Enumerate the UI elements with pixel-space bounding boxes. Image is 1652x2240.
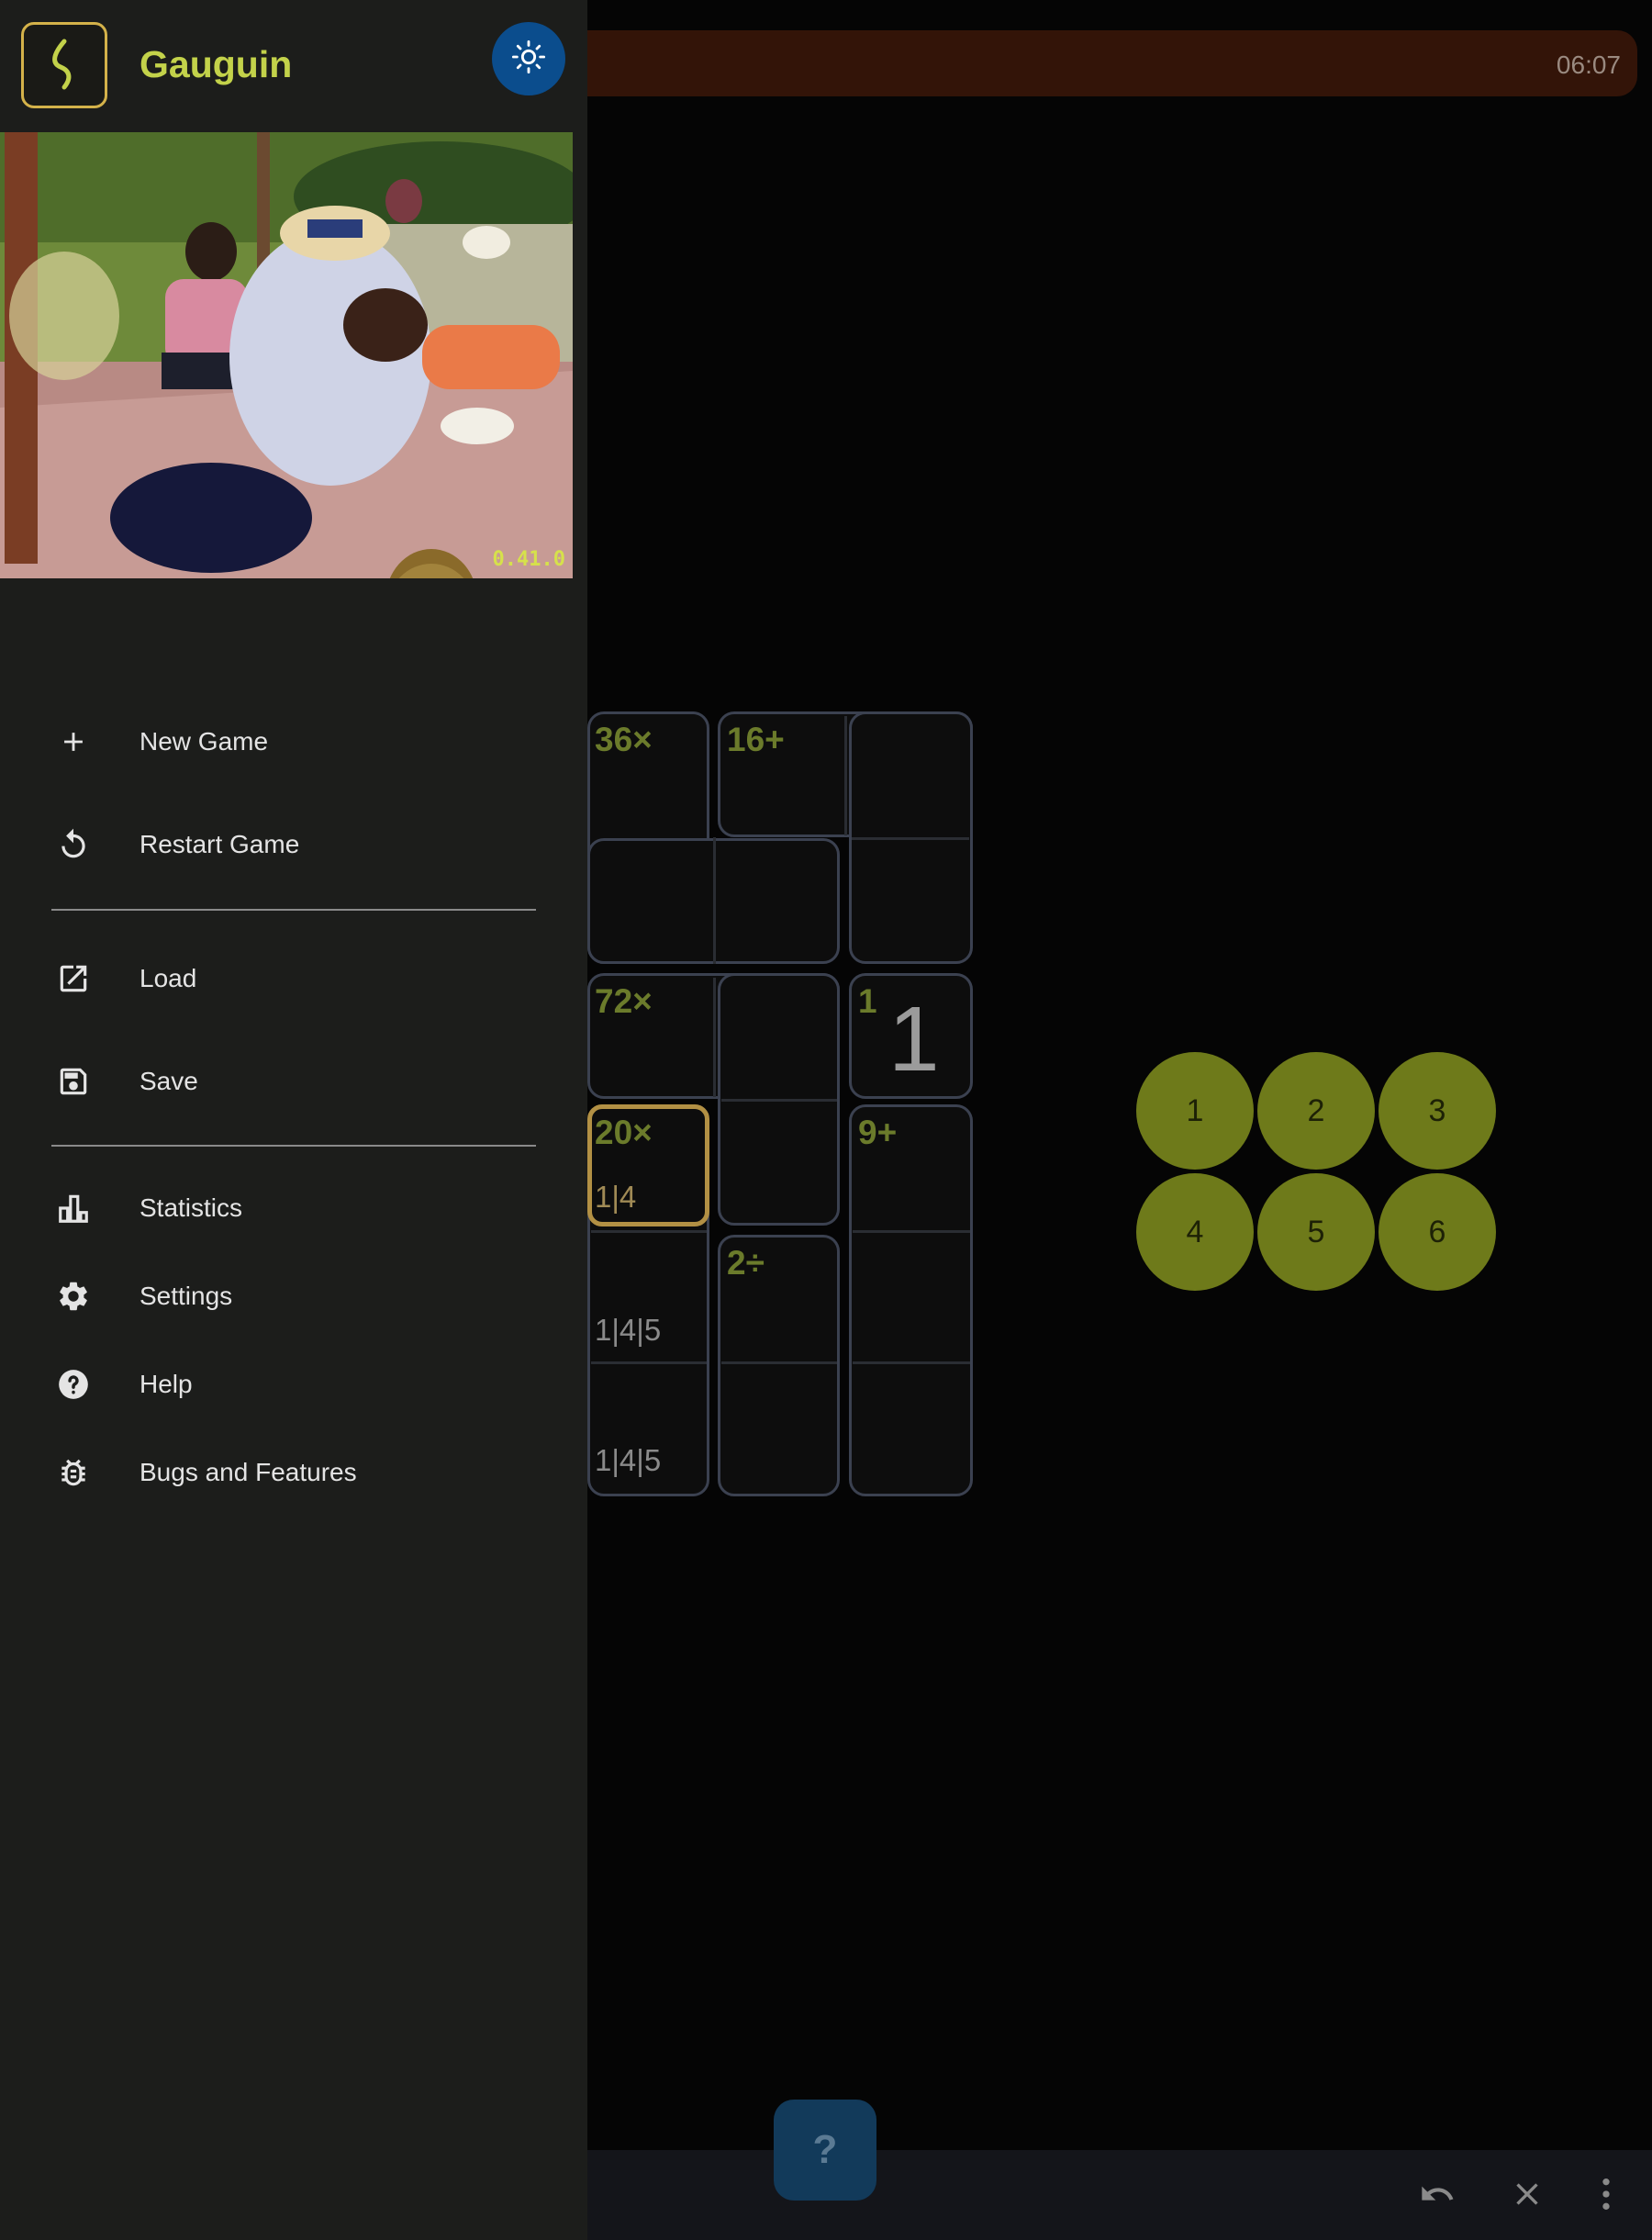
cell-divider [591,1361,707,1364]
cage-label: 36× [595,721,653,758]
cell-divider [713,837,716,964]
cell-divider [721,1099,837,1102]
app-title: Gauguin [140,43,293,85]
cage-9plus[interactable] [849,1104,973,1496]
game-grid: 36× 16+ 72× 1 20× 9+ 2÷ 1 1|4 1|4|5 1|4|… [587,711,973,1496]
navigation-drawer: Gauguin 0.41.0 New Game Restart Game Loa… [0,0,587,2240]
menu-settings[interactable]: Settings [51,1263,547,1329]
theme-sun-icon [511,39,546,79]
menu-divider [51,1145,536,1147]
undo-icon[interactable] [1417,2176,1457,2217]
cell-divider [853,1361,970,1364]
menu-bugs-and-features[interactable]: Bugs and Features [51,1439,547,1506]
menu-label: Bugs and Features [140,1458,357,1486]
cell-divider [852,837,969,840]
menu-divider [51,909,536,911]
cell-divider [844,716,847,835]
menu-label: New Game [140,727,269,756]
bottom-app-bar [587,2150,1652,2240]
cage-label: 2÷ [727,1244,765,1282]
cell-divider [853,1230,970,1233]
timer-bar: 06:07 [551,30,1637,96]
cell-notes: 1|4|5 [595,1443,662,1477]
timer-text: 06:07 [1556,50,1621,79]
bar-chart-icon [51,1186,95,1230]
menu-label: Help [140,1370,193,1398]
cage-label: 16+ [727,721,785,758]
number-6-button[interactable]: 6 [1379,1173,1496,1291]
menu-label: Settings [140,1282,233,1310]
menu-new-game[interactable]: New Game [51,709,547,775]
selected-cell[interactable] [587,1104,709,1226]
cell-divider [591,1230,707,1233]
menu-restart-game[interactable]: Restart Game [51,812,547,878]
menu-help[interactable]: Help [51,1351,547,1417]
menu-save[interactable]: Save [51,1048,547,1114]
number-1-button[interactable]: 1 [1136,1052,1254,1170]
number-5-button[interactable]: 5 [1257,1173,1375,1291]
menu-statistics[interactable]: Statistics [51,1175,547,1241]
cage-label: 9+ [858,1114,898,1151]
help-icon [51,1362,95,1406]
app-logo [21,22,107,108]
menu-label: Statistics [140,1193,243,1222]
close-icon[interactable] [1509,2176,1546,2217]
more-vert-icon[interactable] [1597,2176,1615,2217]
cell-value: 1 [888,988,940,1091]
number-3-button[interactable]: 3 [1379,1052,1496,1170]
number-4-button[interactable]: 4 [1136,1173,1254,1291]
menu-label: Save [140,1067,198,1095]
restart-icon [51,823,95,867]
cell-divider [721,1361,837,1364]
hint-fab-button[interactable]: ? [774,2100,876,2201]
gear-icon [51,1274,95,1318]
bug-icon [51,1450,95,1495]
menu-load[interactable]: Load [51,946,547,1012]
open-in-new-icon [51,957,95,1001]
theme-toggle-button[interactable] [492,22,565,95]
number-2-button[interactable]: 2 [1257,1052,1375,1170]
cage-label: 1 [858,982,877,1020]
cell-divider [713,978,716,1097]
header-painting-image: 0.41.0 [0,132,573,578]
cage-label: 72× [595,982,653,1020]
save-icon [51,1059,95,1103]
menu-label: Restart Game [140,830,300,858]
version-label: 0.41.0 [492,548,565,571]
plus-icon [51,720,95,764]
cell-notes: 1|4|5 [595,1313,662,1347]
menu-label: Load [140,964,197,992]
